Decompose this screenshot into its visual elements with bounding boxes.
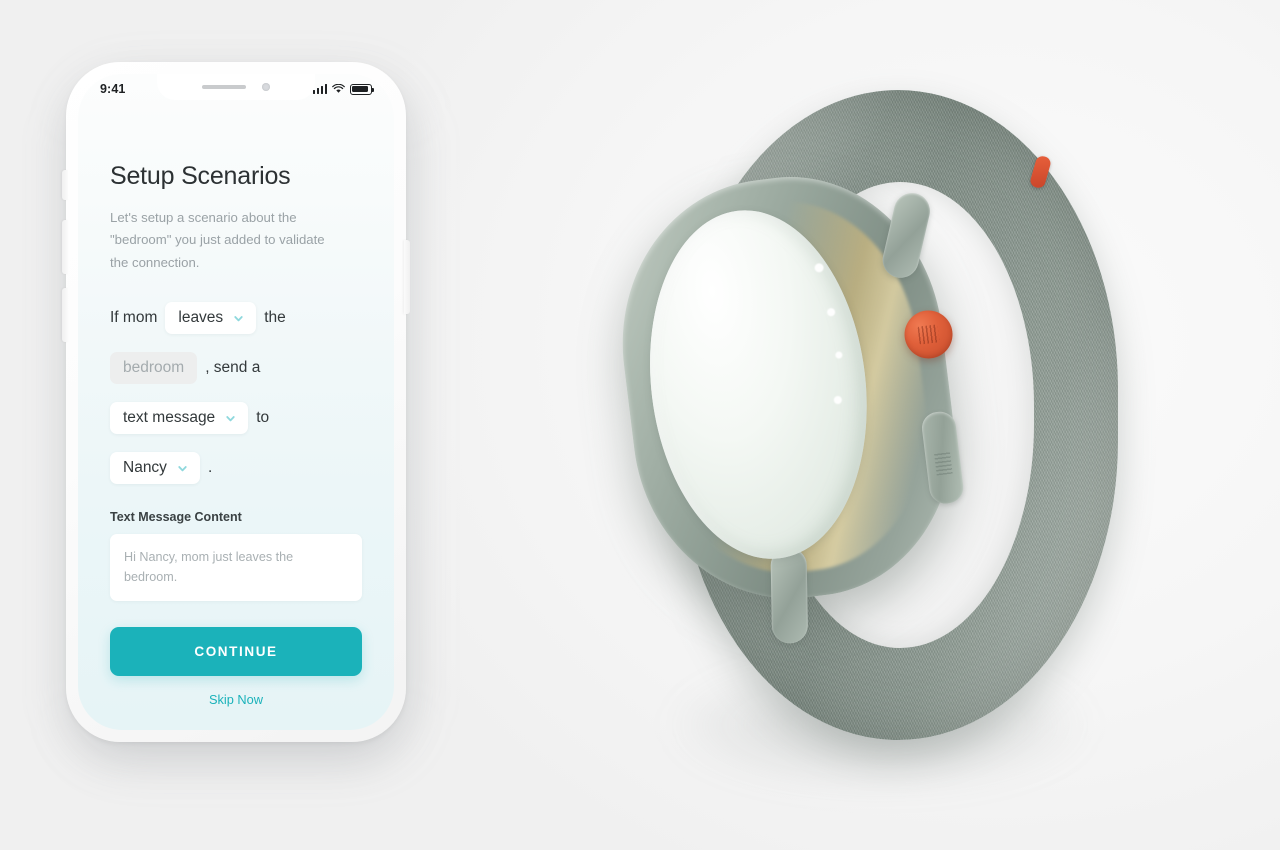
recipient-dropdown[interactable]: Nancy <box>110 452 200 485</box>
cellular-signal-icon <box>312 84 327 94</box>
chevron-down-icon <box>234 315 243 322</box>
watch-lug-bottom <box>770 547 809 644</box>
message-field-label: Text Message Content <box>110 510 242 525</box>
earpiece-speaker-icon <box>202 85 246 89</box>
message-textarea-placeholder: Hi Nancy, mom just leaves the bedroom. <box>124 550 294 585</box>
scenario-sentence-builder: If mom leaves the bedroom , send a text … <box>110 302 362 485</box>
product-mockup-scene: 9:41 Setup Scenarios Let's setup a scena… <box>0 0 1280 850</box>
phone-volume-down-button[interactable] <box>62 288 68 342</box>
phone-body: 9:41 Setup Scenarios Let's setup a scena… <box>62 62 410 742</box>
sentence-text-if-mom: If mom <box>110 309 158 327</box>
page-title: Setup Scenarios <box>110 162 291 190</box>
trigger-dropdown[interactable]: leaves <box>165 302 257 335</box>
chevron-down-icon <box>226 415 235 422</box>
phone-screen: 9:41 Setup Scenarios Let's setup a scena… <box>78 74 394 730</box>
action-dropdown-value: text message <box>123 409 216 427</box>
watch-face-highlight-dot <box>826 307 836 317</box>
app-content: Setup Scenarios Let's setup a scenario a… <box>78 74 394 730</box>
crown-grooves-icon <box>917 324 940 345</box>
battery-icon <box>350 83 374 95</box>
sentence-text-send-a: , send a <box>205 359 261 377</box>
phone-volume-up-button[interactable] <box>62 220 68 274</box>
skip-now-link[interactable]: Skip Now <box>110 692 362 707</box>
sentence-text-the: the <box>264 309 286 327</box>
watch-face-highlight-dot <box>834 351 843 359</box>
watch-case <box>603 160 973 644</box>
smartwatch-product-photo <box>603 70 1140 790</box>
phone-notch <box>157 74 315 100</box>
room-field: bedroom <box>110 352 198 385</box>
side-button-grooves-icon <box>934 451 953 476</box>
room-field-value: bedroom <box>123 359 185 377</box>
watch-face-highlight-dot <box>833 395 843 405</box>
wifi-icon <box>332 84 345 93</box>
sentence-text-period: . <box>207 459 213 477</box>
phone-power-button[interactable] <box>404 240 410 314</box>
chevron-down-icon <box>178 465 187 472</box>
continue-button[interactable]: CONTINUE <box>110 626 362 676</box>
sentence-text-to: to <box>256 409 270 427</box>
phone-mockup: 9:41 Setup Scenarios Let's setup a scena… <box>62 62 410 754</box>
status-bar-icons <box>312 83 374 95</box>
page-subtitle: Let's setup a scenario about the "bedroo… <box>110 210 325 270</box>
front-camera-icon <box>262 83 270 91</box>
watch-face-highlight-dot <box>814 262 825 273</box>
message-textarea[interactable]: Hi Nancy, mom just leaves the bedroom. <box>110 534 362 601</box>
watch-lug-top <box>879 189 934 282</box>
status-bar-time: 9:41 <box>100 82 126 96</box>
phone-mute-switch[interactable] <box>62 170 68 200</box>
trigger-dropdown-value: leaves <box>178 309 224 327</box>
action-dropdown[interactable]: text message <box>110 402 249 435</box>
recipient-dropdown-value: Nancy <box>123 459 167 477</box>
